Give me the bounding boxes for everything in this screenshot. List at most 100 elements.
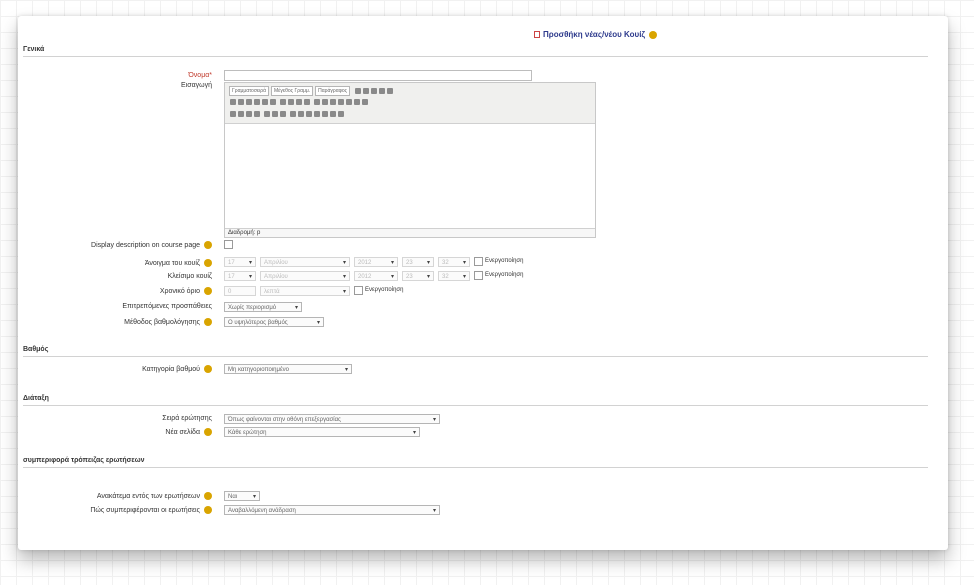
help-icon[interactable] (204, 318, 212, 326)
bold-icon[interactable] (230, 99, 236, 106)
grading-select[interactable]: Ο υψηλότερος βαθμός ▾ (224, 317, 324, 327)
close-enable-label: Ενεργοποίηση (485, 272, 524, 278)
spellcheck-icon[interactable] (337, 111, 344, 118)
ltr-icon[interactable] (353, 99, 360, 106)
help-icon[interactable] (649, 30, 658, 39)
subscript-icon[interactable] (262, 99, 268, 106)
emoticon-icon[interactable] (305, 111, 312, 118)
strikethrough-icon[interactable] (254, 99, 260, 106)
redo-icon[interactable] (362, 88, 369, 94)
bullet-list-icon[interactable] (230, 111, 236, 118)
timelimit-enable-label: Ενεργοποίηση (365, 287, 404, 293)
indent-icon[interactable] (254, 111, 260, 118)
close-day-select[interactable]: 17 ▾ (224, 271, 256, 281)
help-icon[interactable] (204, 259, 212, 267)
justify-icon[interactable] (303, 99, 310, 106)
fullscreen-icon[interactable] (386, 88, 393, 94)
paste-word-icon[interactable] (329, 99, 336, 106)
help-icon[interactable] (204, 365, 212, 373)
page-title-text: Προσθήκη νέας/νέου Κουίζ (543, 30, 646, 39)
close-hour-select[interactable]: 23 ▾ (402, 271, 434, 281)
section-general[interactable]: Γενικά (23, 46, 44, 53)
superscript-icon[interactable] (270, 99, 276, 106)
display-desc-text: Display description on course page (91, 241, 200, 249)
chevron-down-icon: ▾ (462, 274, 466, 280)
align-left-icon[interactable] (279, 99, 286, 106)
chevron-down-icon: ▾ (432, 508, 436, 514)
open-enable-checkbox[interactable] (474, 257, 483, 266)
numbered-list-icon[interactable] (238, 111, 244, 118)
how-behave-select[interactable]: Αναβαλλόμενη ανάδραση ▾ (224, 505, 440, 515)
question-order-select[interactable]: Όπως φαίνονται στην οθόνη επεξεργασίας ▾ (224, 414, 440, 424)
new-page-select[interactable]: Κάθε ερώτηση ▾ (224, 427, 420, 437)
timelimit-input[interactable]: 0 (224, 286, 256, 296)
paste-text-icon[interactable] (321, 99, 328, 106)
underline-icon[interactable] (246, 99, 252, 106)
open-day-select[interactable]: 17 ▾ (224, 257, 256, 267)
anchor-icon[interactable] (279, 111, 286, 118)
shuffle-label: Ανακάτεμα εντός των ερωτήσεων (18, 492, 212, 500)
find-icon[interactable] (370, 88, 377, 94)
shuffle-value: Ναι (228, 494, 238, 500)
unlink-icon[interactable] (271, 111, 278, 118)
hr-icon[interactable] (329, 111, 336, 118)
intro-editor[interactable]: Γραμματοσειρά Μέγεθος Γραμμ. Παράγραφος Δι… (224, 82, 596, 238)
chevron-down-icon: ▾ (390, 274, 394, 280)
timelimit-enable-checkbox[interactable] (354, 286, 363, 295)
table-icon[interactable] (321, 111, 328, 118)
undo-icon[interactable] (354, 88, 361, 94)
quiz-settings-panel: Προσθήκη νέας/νέου Κουίζ Γενικά Όνομα* Ε… (18, 16, 948, 550)
outdent-icon[interactable] (246, 111, 252, 118)
close-year-select[interactable]: 2012 ▾ (354, 271, 398, 281)
font-size-select[interactable]: Μέγεθος Γραμμ. (271, 86, 314, 96)
media-icon[interactable] (297, 111, 304, 118)
attempts-value: Χωρίς περιορισμό (228, 305, 277, 311)
close-enable-checkbox[interactable] (474, 271, 483, 280)
grade-category-label: Κατηγορία βαθμού (48, 365, 212, 373)
close-minute-select[interactable]: 32 ▾ (438, 271, 470, 281)
grade-category-select[interactable]: Μη κατηγοριοποιημένο ▾ (224, 364, 352, 374)
rtl-icon[interactable] (361, 99, 368, 106)
open-month-select[interactable]: Απριλίου ▾ (260, 257, 350, 267)
section-layout[interactable]: Διάταξη (23, 395, 49, 402)
text-color-icon[interactable] (337, 99, 344, 106)
special-char-icon[interactable] (313, 111, 320, 118)
chevron-down-icon: ▾ (342, 289, 346, 295)
how-behave-text: Πώς συμπεριφέρονται οι ερωτήσεις (90, 506, 200, 514)
help-icon[interactable] (204, 506, 212, 514)
timelimit-unit-select[interactable]: λεπτά ▾ (260, 286, 350, 296)
section-question-behaviour[interactable]: συμπεριφορά τρόπειζας ερωτήσεων (23, 457, 145, 464)
attempts-label: Επιτρεπόμενες προσπάθειες (122, 303, 212, 310)
help-icon[interactable] (204, 241, 212, 249)
editor-toolbar: Γραμματοσειρά Μέγεθος Γραμμ. Παράγραφος (225, 83, 595, 124)
help-icon[interactable] (204, 492, 212, 500)
shuffle-select[interactable]: Ναι ▾ (224, 491, 260, 501)
image-icon[interactable] (289, 111, 296, 118)
attempts-select[interactable]: Χωρίς περιορισμό ▾ (224, 302, 302, 312)
display-desc-label: Display description on course page (18, 241, 212, 249)
link-icon[interactable] (263, 111, 270, 118)
name-input[interactable] (224, 70, 532, 81)
chevron-down-icon: ▾ (426, 260, 430, 266)
open-minute-select[interactable]: 32 ▾ (438, 257, 470, 267)
open-year-select[interactable]: 2012 ▾ (354, 257, 398, 267)
font-family-select[interactable]: Γραμματοσειρά (229, 86, 269, 96)
clean-icon[interactable] (313, 99, 320, 106)
help-icon[interactable] (204, 428, 212, 436)
chevron-down-icon: ▾ (248, 260, 252, 266)
section-grade[interactable]: Βαθμός (23, 346, 48, 353)
replace-icon[interactable] (378, 88, 385, 94)
open-year-value: 2012 (358, 260, 372, 266)
help-icon[interactable] (204, 287, 212, 295)
italic-icon[interactable] (238, 99, 244, 106)
align-right-icon[interactable] (295, 99, 302, 106)
section-divider (23, 356, 928, 357)
page-title: Προσθήκη νέας/νέου Κουίζ (534, 30, 658, 39)
chevron-down-icon: ▾ (412, 430, 416, 436)
close-month-select[interactable]: Απριλίου ▾ (260, 271, 350, 281)
display-desc-checkbox[interactable] (224, 240, 233, 249)
open-hour-select[interactable]: 23 ▾ (402, 257, 434, 267)
paragraph-select[interactable]: Παράγραφος (315, 86, 351, 96)
align-center-icon[interactable] (287, 99, 294, 106)
bg-color-icon[interactable] (345, 99, 352, 106)
